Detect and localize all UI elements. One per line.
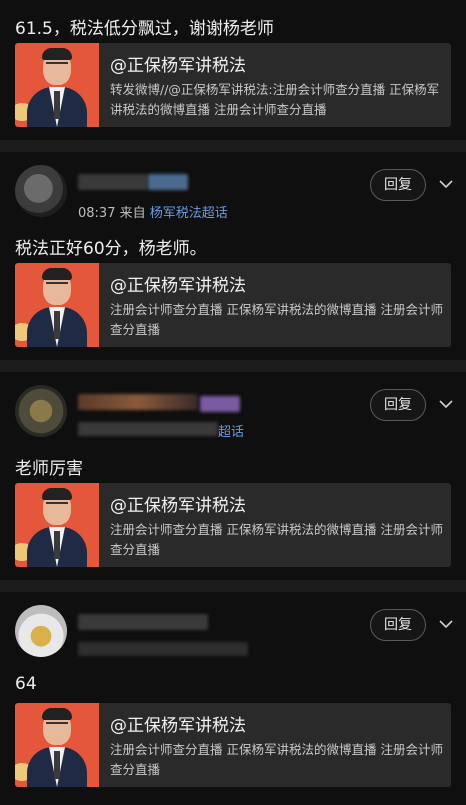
card-thumbnail [15,703,99,787]
card-title: @正保杨军讲税法 [110,276,246,296]
username-blurred[interactable] [78,174,148,190]
repost-card[interactable]: @正保杨军讲税法 注册会计师查分直播 正保杨军讲税法的微博直播 注册会计师查分直… [15,703,451,787]
avatar[interactable] [15,385,67,437]
chevron-down-icon[interactable] [437,175,455,193]
card-description: 注册会计师查分直播 正保杨军讲税法的微博直播 注册会计师查分直播 [110,302,443,337]
avatar[interactable] [15,605,67,657]
separator [0,360,466,372]
repost-card[interactable]: @正保杨军讲税法 注册会计师查分直播 正保杨军讲税法的微博直播 注册会计师查分直… [15,483,451,567]
chevron-down-icon[interactable] [437,615,455,633]
comment-text: 64 [15,674,37,694]
source-link[interactable]: 超话 [218,425,244,440]
card-description: 注册会计师查分直播 正保杨军讲税法的微博直播 注册会计师查分直播 [110,742,443,777]
card-description: 注册会计师查分直播 正保杨军讲税法的微博直播 注册会计师查分直播 [110,522,443,557]
card-description: 转发微博//@正保杨军讲税法:注册会计师查分直播 正保杨军讲税法的微博直播 注册… [110,82,440,117]
source-link[interactable]: 杨军税法超话 [150,206,228,221]
avatar[interactable] [15,165,67,217]
reply-button[interactable]: 回复 [370,169,426,201]
comment-meta: 超话 [218,421,244,440]
repost-card[interactable]: @正保杨军讲税法 转发微博//@正保杨军讲税法:注册会计师查分直播 正保杨军讲税… [15,43,451,127]
comment-item: 回复 64 @正保杨军讲税法 注册会计师查分直播 正保杨军讲税法的微博直播 注册… [0,592,466,805]
card-thumbnail [15,263,99,347]
card-thumbnail [15,483,99,567]
comment-item: 08:37 来自 杨军税法超话 回复 税法正好60分，杨老师。 @正保杨军讲税法… [0,152,466,360]
meta-blurred [78,642,248,656]
comment-item: 61.5，税法低分飘过，谢谢杨老师 @正保杨军讲税法 转发微博//@正保杨军讲税… [0,0,466,140]
username-blurred[interactable] [78,394,198,410]
meta-blurred [78,422,218,436]
repost-card[interactable]: @正保杨军讲税法 注册会计师查分直播 正保杨军讲税法的微博直播 注册会计师查分直… [15,263,451,347]
comment-text: 61.5，税法低分飘过，谢谢杨老师 [15,19,274,39]
username-blurred[interactable] [148,174,188,190]
card-title: @正保杨军讲税法 [110,496,246,516]
card-title: @正保杨军讲税法 [110,716,246,736]
card-thumbnail [15,43,99,127]
comment-feed: 61.5，税法低分飘过，谢谢杨老师 @正保杨军讲税法 转发微博//@正保杨军讲税… [0,0,466,805]
timestamp: 08:37 [78,206,116,221]
comment-item: 超话 回复 老师厉害 @正保杨军讲税法 注册会计师查分直播 正保杨军讲税法的微博… [0,372,466,580]
separator [0,580,466,592]
separator [0,140,466,152]
comment-text: 老师厉害 [15,459,83,479]
reply-button[interactable]: 回复 [370,389,426,421]
reply-button[interactable]: 回复 [370,609,426,641]
username-blurred[interactable] [200,396,240,412]
comment-text: 税法正好60分，杨老师。 [15,239,207,259]
username-blurred[interactable] [78,614,208,630]
chevron-down-icon[interactable] [437,395,455,413]
comment-meta: 08:37 来自 杨军税法超话 [78,202,228,221]
from-label: 来自 [119,206,146,221]
card-title: @正保杨军讲税法 [110,56,246,76]
